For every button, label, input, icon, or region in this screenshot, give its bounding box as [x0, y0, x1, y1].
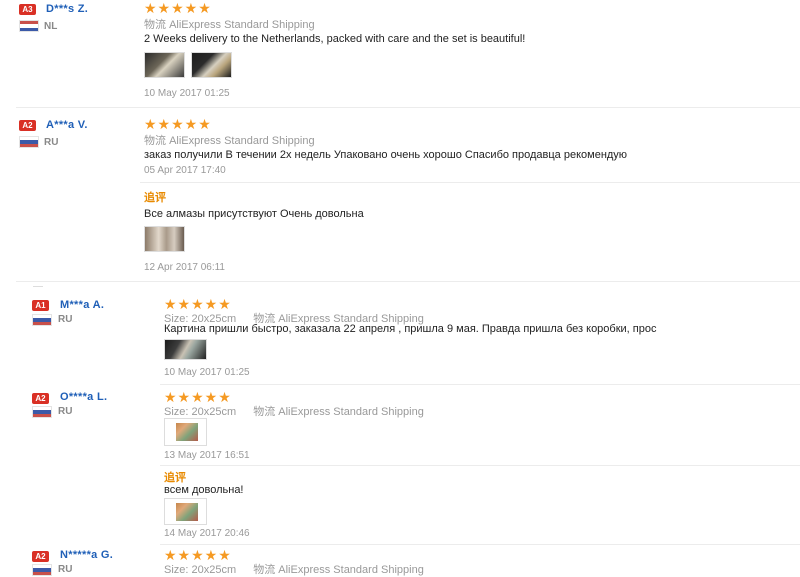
review-text: заказ получили В течении 2х недель Упако…: [144, 149, 628, 161]
buyer-level-badge: A3: [19, 4, 36, 15]
review-date: 05 Apr 2017 17:40: [144, 165, 226, 176]
shipping-label: 物流: [253, 406, 276, 418]
review-divider: [160, 384, 800, 385]
buyer-name[interactable]: A***a V.: [46, 119, 88, 131]
buyer-name[interactable]: D***s Z.: [46, 3, 88, 15]
buyer-country: NL: [44, 21, 58, 32]
shipping-method: AliExpress Standard Shipping: [278, 406, 424, 418]
review-divider: [16, 107, 800, 108]
followup-label: 追评: [164, 472, 186, 484]
flag-ru-icon: [19, 136, 39, 148]
review-date: 10 May 2017 01:25: [164, 367, 250, 378]
buyer-name[interactable]: N*****a G.: [60, 549, 113, 561]
buyer-name[interactable]: M***a A.: [60, 299, 104, 311]
product-size: Size: 20x25cm: [164, 406, 237, 418]
followup-label: 追评: [144, 192, 166, 204]
buyer-name[interactable]: O****a L.: [60, 391, 107, 403]
star-rating: ★★★★★: [144, 116, 212, 132]
followup-text: Все алмазы присутствуют Очень довольна: [144, 208, 364, 220]
flag-ru-icon: [32, 564, 52, 576]
shipping-info: 物流 AliExpress Standard Shipping: [144, 132, 315, 148]
review-photo-thumbnail[interactable]: [164, 498, 207, 525]
flag-nl-icon: [19, 20, 39, 32]
shipping-label: 物流: [253, 564, 276, 576]
buyer-level-badge: A2: [19, 120, 36, 131]
followup-text: всем довольна!: [164, 484, 244, 496]
review-photo-thumbnail[interactable]: [191, 52, 232, 78]
review-date: 13 May 2017 16:51: [164, 450, 250, 461]
review-photo-thumbnail[interactable]: [144, 226, 185, 252]
followup-date: 14 May 2017 20:46: [164, 528, 250, 539]
review-photo-thumbnail[interactable]: [164, 339, 207, 360]
review-divider: [160, 544, 800, 545]
buyer-level-badge: A1: [32, 300, 49, 311]
flag-ru-icon: [32, 314, 52, 326]
shipping-method: AliExpress Standard Shipping: [169, 135, 315, 147]
shipping-method: AliExpress Standard Shipping: [169, 19, 315, 31]
buyer-level-badge: A2: [32, 551, 49, 562]
review-date: 10 May 2017 01:25: [144, 88, 230, 99]
review-photo-thumbnail[interactable]: [164, 418, 207, 446]
star-rating: ★★★★★: [144, 0, 212, 16]
review-photo-thumbnail[interactable]: [144, 52, 185, 78]
flag-ru-icon: [32, 406, 52, 418]
buyer-country: RU: [58, 406, 73, 417]
section-marker: [33, 286, 43, 287]
product-and-shipping-info: Size: 20x25cm 物流 AliExpress Standard Shi…: [164, 403, 424, 419]
shipping-label: 物流: [144, 135, 166, 147]
product-and-shipping-info: Size: 20x25cm 物流 AliExpress Standard Shi…: [164, 561, 424, 577]
product-size: Size: 20x25cm: [164, 564, 237, 576]
followup-date: 12 Apr 2017 06:11: [144, 262, 225, 273]
review-divider: [16, 281, 800, 282]
shipping-info: 物流 AliExpress Standard Shipping: [144, 16, 315, 32]
review-text: 2 Weeks delivery to the Netherlands, pac…: [144, 33, 526, 45]
buyer-country: RU: [44, 137, 59, 148]
shipping-label: 物流: [144, 19, 166, 31]
star-rating: ★★★★★: [164, 296, 232, 312]
star-rating: ★★★★★: [164, 389, 232, 405]
followup-divider: [140, 182, 800, 183]
star-rating: ★★★★★: [164, 547, 232, 563]
buyer-country: RU: [58, 314, 73, 325]
followup-divider: [160, 465, 800, 466]
shipping-method: AliExpress Standard Shipping: [278, 564, 424, 576]
buyer-level-badge: A2: [32, 393, 49, 404]
review-text: Картина пришли быстро, заказала 22 апрел…: [164, 323, 657, 335]
